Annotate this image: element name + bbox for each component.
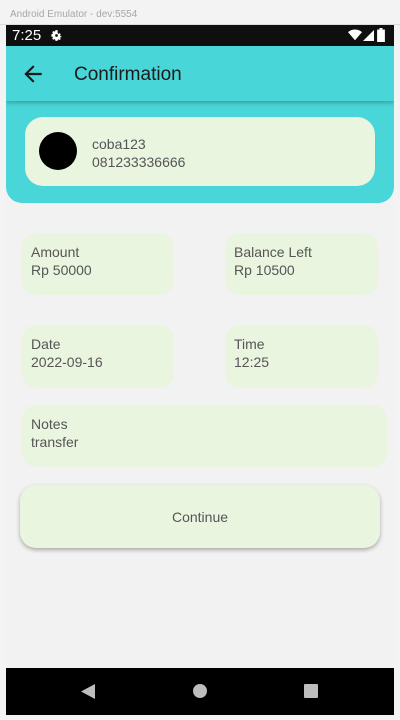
- notes-value: transfer: [31, 434, 79, 450]
- balance-left-label: Balance Left: [234, 244, 312, 260]
- emulator-frame-bottom: [0, 715, 400, 720]
- status-bar: 7:25: [6, 25, 394, 46]
- navigation-bar: [6, 668, 394, 715]
- wifi-icon: [348, 29, 362, 41]
- notes-card: Notes transfer: [22, 405, 387, 467]
- amount-card: Amount Rp 50000: [22, 233, 174, 295]
- date-value: 2022-09-16: [31, 354, 103, 370]
- balance-left-card: Balance Left Rp 10500: [225, 233, 378, 295]
- recipient-name: coba123: [92, 136, 146, 152]
- emulator-frame-right: [394, 25, 400, 720]
- signal-icon: [363, 30, 374, 41]
- gear-icon: [51, 30, 62, 41]
- notes-label: Notes: [31, 416, 68, 432]
- battery-icon: [377, 28, 385, 42]
- time-card: Time 12:25: [225, 325, 378, 388]
- back-triangle-icon[interactable]: [81, 684, 95, 699]
- home-circle-icon[interactable]: [193, 684, 207, 698]
- amount-label: Amount: [31, 244, 80, 260]
- page-title: Confirmation: [74, 64, 182, 85]
- recipient-phone: 081233336666: [92, 154, 186, 170]
- amount-value: Rp 50000: [31, 262, 92, 278]
- header-panel: Confirmation coba123 081233336666: [6, 46, 394, 203]
- continue-button-label: Continue: [171, 509, 229, 525]
- back-arrow-icon[interactable]: [20, 61, 46, 87]
- status-time: 7:25: [12, 27, 42, 44]
- device-screen: 7:25 Confirmation coba123 081233336666 A…: [6, 25, 394, 715]
- continue-button[interactable]: Continue: [20, 485, 380, 548]
- recents-square-icon[interactable]: [304, 684, 318, 698]
- time-label: Time: [234, 336, 265, 352]
- time-value: 12:25: [234, 354, 270, 370]
- date-label: Date: [31, 336, 61, 352]
- avatar: [39, 132, 77, 170]
- app-bar: Confirmation: [6, 46, 394, 101]
- balance-left-value: Rp 10500: [234, 262, 295, 278]
- emulator-title-bar: Android Emulator - dev:5554: [0, 0, 400, 25]
- recipient-card: coba123 081233336666: [25, 117, 375, 186]
- emulator-title: Android Emulator - dev:5554: [10, 9, 138, 20]
- date-card: Date 2022-09-16: [22, 325, 174, 388]
